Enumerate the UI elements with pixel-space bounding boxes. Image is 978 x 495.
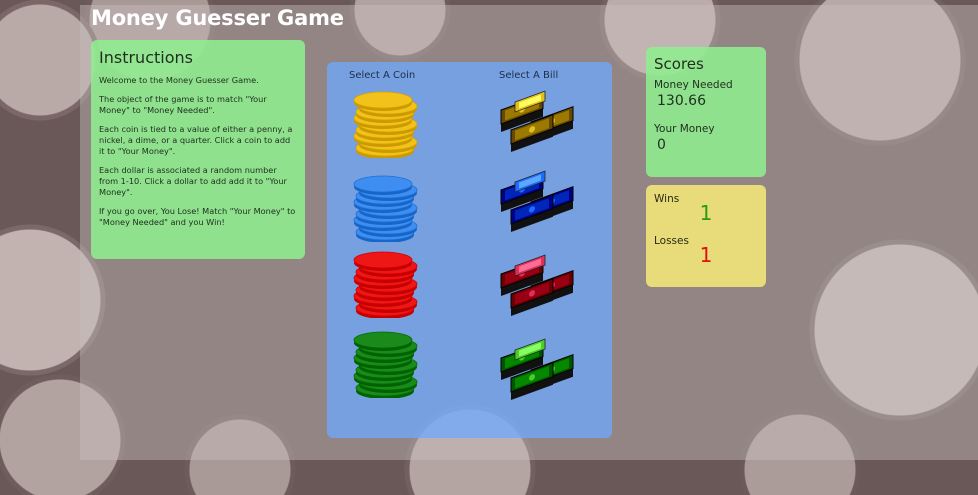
instructions-panel: Instructions Welcome to the Money Guesse…	[91, 40, 305, 259]
coin-button-blue[interactable]	[351, 170, 425, 243]
bill-button-yellow[interactable]	[491, 88, 574, 160]
coin-button-green[interactable]	[351, 326, 425, 399]
coin-stack-icon	[353, 251, 418, 319]
page-title: Money Guesser Game	[91, 6, 344, 30]
coin-button-red[interactable]	[351, 246, 425, 319]
instruction-paragraph: If you go over, You Lose! Match "Your Mo…	[99, 206, 296, 227]
money-needed-label: Money Needed	[654, 79, 733, 91]
money-stack-icon	[500, 90, 574, 152]
money-needed-value: 130.66	[657, 93, 706, 109]
money-stack-icon	[500, 254, 574, 316]
money-stack-icon	[500, 338, 574, 400]
money-stack-icon	[500, 170, 574, 232]
record-panel: Wins 1 Losses 1	[646, 185, 766, 287]
coin-stack-icon	[353, 175, 418, 243]
bill-button-blue[interactable]	[491, 168, 574, 240]
your-money-value: 0	[657, 137, 666, 153]
coin-stack-icon	[353, 91, 418, 159]
instruction-paragraph: Each coin is tied to a value of either a…	[99, 124, 293, 156]
scores-heading: Scores	[654, 55, 704, 73]
instructions-heading: Instructions	[99, 48, 193, 67]
bill-button-red[interactable]	[491, 252, 574, 324]
instruction-paragraph: Each dollar is associated a random numbe…	[99, 165, 287, 197]
instruction-paragraph: The object of the game is to match "Your…	[99, 94, 267, 115]
coin-column-header: Select A Coin	[349, 70, 416, 81]
selection-panel: Select A Coin Select A Bill	[327, 62, 612, 438]
scores-panel: Scores Money Needed 130.66 Your Money 0	[646, 47, 766, 177]
instruction-paragraph: Welcome to the Money Guesser Game.	[99, 75, 259, 85]
coin-button-yellow[interactable]	[351, 86, 425, 159]
coin-stack-icon	[353, 331, 418, 399]
bill-column-header: Select A Bill	[499, 70, 559, 81]
bill-button-green[interactable]	[491, 336, 574, 408]
your-money-label: Your Money	[654, 123, 715, 135]
